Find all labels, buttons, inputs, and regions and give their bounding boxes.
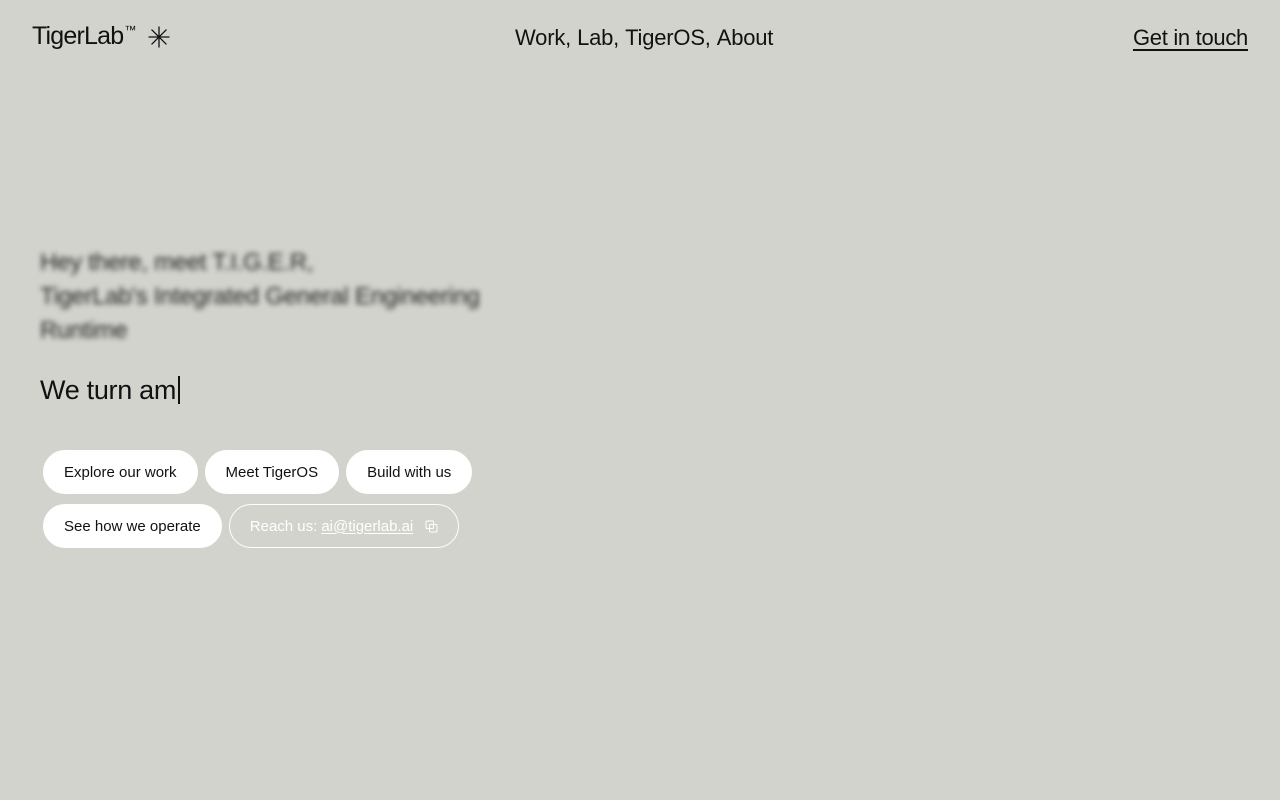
action-row: Explore our work Meet TigerOS Build with… <box>43 450 473 494</box>
typing-headline: We turn am <box>40 373 181 407</box>
trademark-mark: ™ <box>124 23 136 37</box>
action-row: See how we operate Reach us: ai@tigerlab… <box>43 504 460 548</box>
nav-separator: , <box>704 25 711 50</box>
logo-link[interactable]: TigerLab™ <box>32 22 170 51</box>
explore-work-button[interactable]: Explore our work <box>43 450 198 494</box>
text-caret <box>178 376 181 404</box>
see-how-we-operate-button[interactable]: See how we operate <box>43 504 222 548</box>
hero-intro-line: TigerLab's Integrated General Engineerin… <box>40 283 480 310</box>
build-with-us-button[interactable]: Build with us <box>346 450 473 494</box>
nav-link-lab[interactable]: Lab <box>577 25 613 51</box>
hero-intro-line: Hey there, meet T.I.G.E.R, <box>40 249 314 276</box>
page: TigerLab™ Work, Lab, TigerOS, About Get … <box>0 0 1280 800</box>
reach-us-button[interactable]: Reach us: ai@tigerlab.ai <box>228 504 460 548</box>
meet-tigeros-button[interactable]: Meet TigerOS <box>204 450 340 494</box>
nav-link-about[interactable]: About <box>717 25 774 51</box>
nav-link-tigeros[interactable]: TigerOS <box>625 25 705 51</box>
hero-intro: Hey there, meet T.I.G.E.R, TigerLab's In… <box>40 246 560 348</box>
asterisk-icon <box>147 25 170 48</box>
hero-intro-line: Runtime <box>40 317 128 344</box>
get-in-touch-link[interactable]: Get in touch <box>1133 25 1248 51</box>
copy-icon[interactable] <box>425 520 438 533</box>
reach-us-label: Reach us: <box>249 517 318 535</box>
nav-separator: , <box>613 25 620 50</box>
nav-separator: , <box>565 25 572 50</box>
logo-text: TigerLab™ <box>32 22 136 50</box>
email-link[interactable]: ai@tigerlab.ai <box>321 518 413 535</box>
main-nav: Work, Lab, TigerOS, About <box>515 25 773 51</box>
typing-text: We turn am <box>40 375 177 405</box>
nav-link-work[interactable]: Work <box>515 25 565 51</box>
